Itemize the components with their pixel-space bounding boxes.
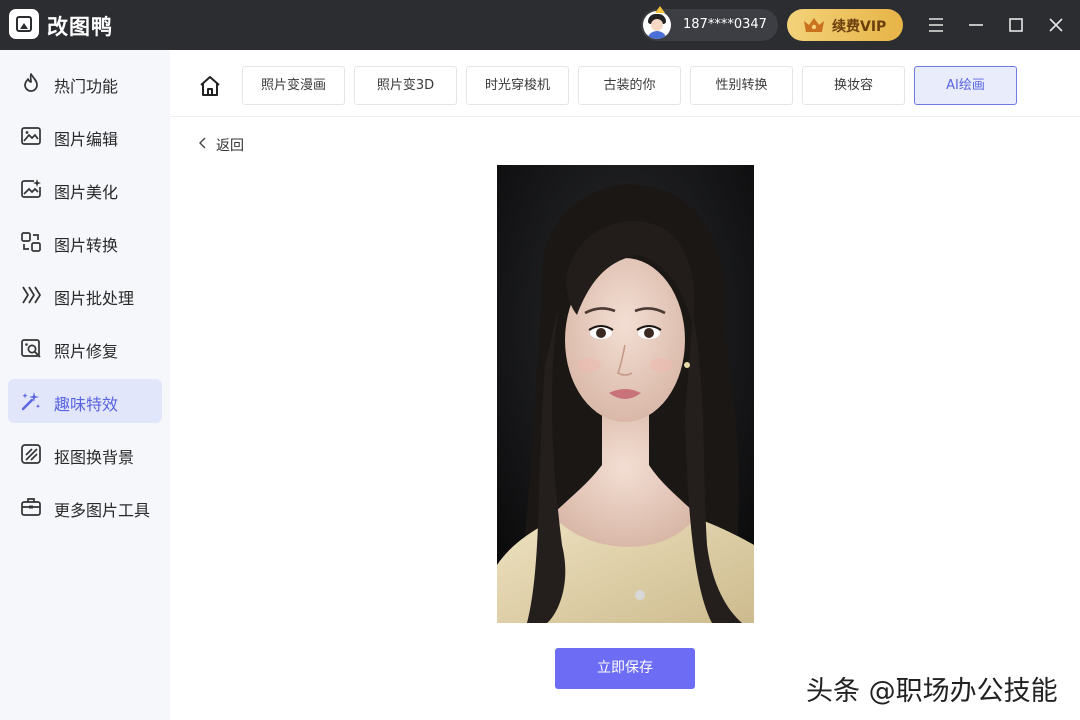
title-bar: 改图鸭 187****0347 续费VIP xyxy=(0,0,1080,50)
toolbox-icon xyxy=(21,498,41,516)
magic-wand-icon xyxy=(21,392,41,411)
sidebar-item-label: 图片批处理 xyxy=(54,289,135,308)
crown-icon xyxy=(655,6,665,13)
menu-icon[interactable] xyxy=(924,13,948,37)
sidebar-item-label: 图片美化 xyxy=(54,183,119,202)
vip-crown-icon xyxy=(804,18,824,32)
back-label: 返回 xyxy=(216,138,244,154)
cutout-icon xyxy=(21,444,41,464)
sidebar-item-image-edit[interactable]: 图片编辑 xyxy=(8,114,162,158)
tab-photo-to-3d[interactable]: 照片变3D xyxy=(354,66,457,105)
generated-portrait-image xyxy=(497,165,754,623)
close-icon[interactable] xyxy=(1044,13,1068,37)
sidebar-item-fun-effects[interactable]: 趣味特效 xyxy=(8,379,162,423)
photo-repair-icon xyxy=(21,339,41,358)
save-now-button[interactable]: 立即保存 xyxy=(555,648,695,689)
home-icon[interactable] xyxy=(198,74,222,98)
batch-icon xyxy=(22,286,41,304)
chevron-left-icon xyxy=(199,137,206,149)
sidebar-item-image-beautify[interactable]: 图片美化 xyxy=(8,167,162,211)
sidebar: 热门功能 图片编辑 图片美化 图片转换 图片批处理 照片修复 趣味特效 抠图换背… xyxy=(0,50,170,720)
app-title: 改图鸭 xyxy=(47,15,113,39)
tab-ancient-costume[interactable]: 古装的你 xyxy=(578,66,681,105)
sidebar-item-label: 热门功能 xyxy=(54,77,119,96)
convert-icon xyxy=(21,232,41,252)
sidebar-item-label: 抠图换背景 xyxy=(54,448,135,467)
app-logo-icon xyxy=(9,9,39,39)
sidebar-item-label: 图片编辑 xyxy=(54,130,119,149)
sidebar-item-image-convert[interactable]: 图片转换 xyxy=(8,220,162,264)
sidebar-item-label: 图片转换 xyxy=(54,236,119,255)
avatar[interactable] xyxy=(643,11,671,39)
tab-ai-painting[interactable]: AI绘画 xyxy=(914,66,1017,105)
tab-gender-swap[interactable]: 性别转换 xyxy=(690,66,793,105)
sidebar-item-label: 更多图片工具 xyxy=(54,501,151,520)
minimize-icon[interactable] xyxy=(964,13,988,37)
watermark-text: 头条 @职场办公技能 xyxy=(806,676,1058,707)
sidebar-item-cutout[interactable]: 抠图换背景 xyxy=(8,432,162,476)
renew-vip-button[interactable]: 续费VIP xyxy=(787,9,903,41)
sidebar-item-label: 照片修复 xyxy=(54,342,119,361)
image-beautify-icon xyxy=(21,179,41,198)
sidebar-item-label: 趣味特效 xyxy=(54,395,119,414)
sidebar-item-photo-repair[interactable]: 照片修复 xyxy=(8,326,162,370)
fire-icon xyxy=(24,73,38,92)
tab-time-machine[interactable]: 时光穿梭机 xyxy=(466,66,569,105)
maximize-icon[interactable] xyxy=(1004,13,1028,37)
vip-label: 续费VIP xyxy=(832,19,887,35)
feature-tab-bar: 照片变漫画 照片变3D 时光穿梭机 古装的你 性别转换 换妆容 AI绘画 xyxy=(170,50,1080,117)
user-phone: 187****0347 xyxy=(683,17,767,32)
sidebar-item-hot[interactable]: 热门功能 xyxy=(8,61,162,105)
sidebar-item-more-tools[interactable]: 更多图片工具 xyxy=(8,485,162,529)
tab-photo-to-comic[interactable]: 照片变漫画 xyxy=(242,66,345,105)
tab-makeup[interactable]: 换妆容 xyxy=(802,66,905,105)
image-edit-icon xyxy=(21,127,41,145)
user-account[interactable]: 187****0347 xyxy=(641,6,778,41)
sidebar-item-batch[interactable]: 图片批处理 xyxy=(8,273,162,317)
